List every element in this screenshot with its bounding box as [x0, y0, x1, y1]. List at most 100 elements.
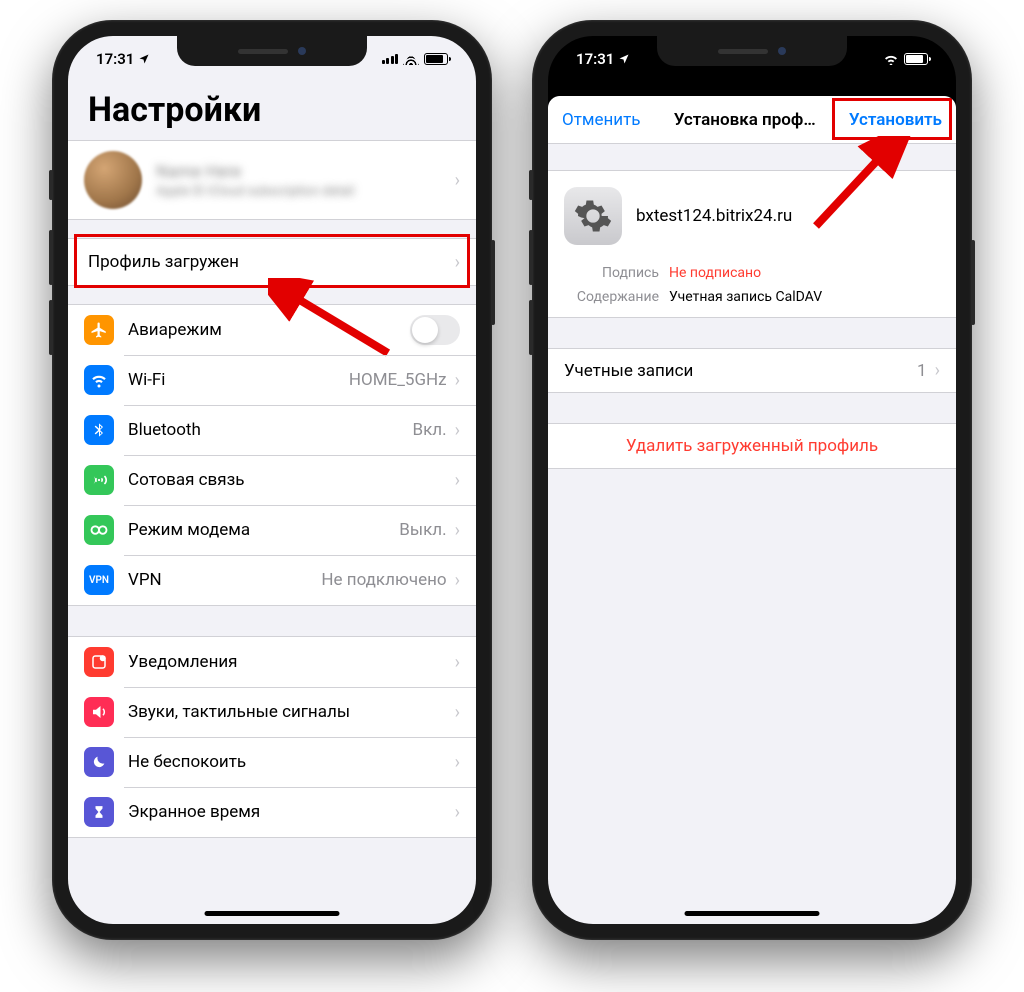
row-label: VPN: [128, 570, 321, 590]
row-sounds[interactable]: Звуки, тактильные сигналы ›: [68, 687, 476, 737]
profile-block: bxtest124.bitrix24.ru Подпись Не подписа…: [548, 170, 956, 318]
status-time: 17:31: [576, 50, 614, 68]
row-bluetooth[interactable]: Bluetooth Вкл. ›: [68, 405, 476, 455]
wifi-icon: [84, 365, 114, 395]
content-label: Содержание: [564, 289, 659, 305]
profile-loaded-label: Профиль загружен: [88, 252, 455, 272]
location-icon: [618, 53, 630, 65]
notch: [657, 36, 847, 66]
row-label: Bluetooth: [128, 420, 413, 440]
row-detail: Не подключено: [321, 570, 446, 590]
page-title: Настройки: [68, 82, 476, 140]
chevron-right-icon: ›: [455, 752, 460, 773]
row-label: Режим модема: [128, 520, 399, 540]
row-detail: HOME_5GHz: [349, 370, 447, 390]
chevron-right-icon: ›: [455, 520, 460, 541]
vpn-icon: VPN: [84, 565, 114, 595]
side-button: [971, 240, 975, 325]
accounts-row[interactable]: Учетные записи 1 ›: [548, 349, 956, 392]
row-airplane[interactable]: Авиарежим: [68, 305, 476, 355]
signature-value: Не подписано: [669, 265, 761, 281]
apple-id-group: Name Here Apple ID iCloud subscription d…: [68, 140, 476, 220]
signal-icon: [382, 54, 399, 64]
notifications-icon: [84, 647, 114, 677]
row-screentime[interactable]: Экранное время ›: [68, 787, 476, 837]
signature-row: Подпись Не подписано: [548, 261, 956, 285]
moon-icon: [84, 747, 114, 777]
chevron-right-icon: ›: [455, 802, 460, 823]
row-detail: Вкл.: [413, 420, 447, 440]
bluetooth-icon: [84, 415, 114, 445]
avatar: [84, 151, 142, 209]
row-hotspot[interactable]: Режим модема Выкл. ›: [68, 505, 476, 555]
chevron-right-icon: ›: [455, 470, 460, 491]
chevron-right-icon: ›: [455, 370, 460, 391]
row-label: Авиарежим: [128, 320, 410, 340]
side-button: [49, 170, 53, 200]
hotspot-icon: [84, 515, 114, 545]
row-notifications[interactable]: Уведомления ›: [68, 637, 476, 687]
row-dnd[interactable]: Не беспокоить ›: [68, 737, 476, 787]
apple-id-row[interactable]: Name Here Apple ID iCloud subscription d…: [68, 141, 476, 219]
home-indicator[interactable]: [685, 911, 820, 916]
row-label: Уведомления: [128, 652, 455, 672]
cancel-button[interactable]: Отменить: [562, 110, 641, 130]
row-label: Учетные записи: [564, 361, 917, 381]
location-icon: [138, 53, 150, 65]
delete-profile-button[interactable]: Удалить загруженный профиль: [548, 423, 956, 469]
nav-bar: Отменить Установка проф… Установить: [548, 96, 956, 144]
battery-icon: [424, 53, 448, 65]
hourglass-icon: [84, 797, 114, 827]
side-button: [49, 300, 53, 355]
battery-icon: [904, 53, 928, 65]
content-value: Учетная запись CalDAV: [669, 289, 822, 305]
chevron-right-icon: ›: [455, 652, 460, 673]
sounds-icon: [84, 697, 114, 727]
row-label: Wi-Fi: [128, 370, 349, 390]
notch: [177, 36, 367, 66]
chevron-right-icon: ›: [935, 360, 940, 381]
cellular-icon: [84, 465, 114, 495]
chevron-right-icon: ›: [455, 170, 460, 191]
notifications-group: Уведомления › Звуки, тактильные сигналы …: [68, 636, 476, 838]
gear-icon: [564, 187, 622, 245]
row-cellular[interactable]: Сотовая связь ›: [68, 455, 476, 505]
accounts-block: Учетные записи 1 ›: [548, 348, 956, 393]
row-label: Экранное время: [128, 802, 455, 822]
content-row: Содержание Учетная запись CalDAV: [548, 285, 956, 317]
wifi-icon: [883, 53, 899, 65]
row-vpn[interactable]: VPN VPN Не подключено ›: [68, 555, 476, 605]
side-button: [529, 300, 533, 355]
signal-icon: [862, 54, 879, 64]
phone-right: 17:31 Отменить Установка проф… Установит…: [532, 20, 972, 940]
row-label: Сотовая связь: [128, 470, 455, 490]
connectivity-group: Авиарежим Wi-Fi HOME_5GHz › Bluetooth Вк…: [68, 304, 476, 606]
screen-settings: 17:31 Настройки Name Here Apple ID iClou…: [68, 36, 476, 924]
profile-name: bxtest124.bitrix24.ru: [636, 206, 792, 226]
airplane-icon: [84, 315, 114, 345]
phone-left: 17:31 Настройки Name Here Apple ID iClou…: [52, 20, 492, 940]
chevron-right-icon: ›: [455, 420, 460, 441]
airplane-toggle[interactable]: [410, 315, 460, 345]
side-button: [529, 230, 533, 285]
profile-header: bxtest124.bitrix24.ru: [548, 171, 956, 261]
side-button: [529, 170, 533, 200]
chevron-right-icon: ›: [455, 252, 460, 273]
chevron-right-icon: ›: [455, 570, 460, 591]
row-detail: 1: [917, 361, 927, 381]
home-indicator[interactable]: [205, 911, 340, 916]
profile-group: Профиль загружен ›: [68, 238, 476, 286]
screen-profile-install: 17:31 Отменить Установка проф… Установит…: [548, 36, 956, 924]
install-button[interactable]: Установить: [849, 110, 942, 130]
row-label: Не беспокоить: [128, 752, 455, 772]
status-time: 17:31: [96, 50, 134, 68]
side-button: [49, 230, 53, 285]
row-detail: Выкл.: [399, 520, 446, 540]
wifi-icon: [403, 53, 419, 65]
row-wifi[interactable]: Wi-Fi HOME_5GHz ›: [68, 355, 476, 405]
row-label: Звуки, тактильные сигналы: [128, 702, 455, 722]
nav-title: Установка проф…: [674, 110, 816, 130]
profile-loaded-row[interactable]: Профиль загружен ›: [68, 239, 476, 285]
side-button: [491, 240, 495, 325]
chevron-right-icon: ›: [455, 702, 460, 723]
